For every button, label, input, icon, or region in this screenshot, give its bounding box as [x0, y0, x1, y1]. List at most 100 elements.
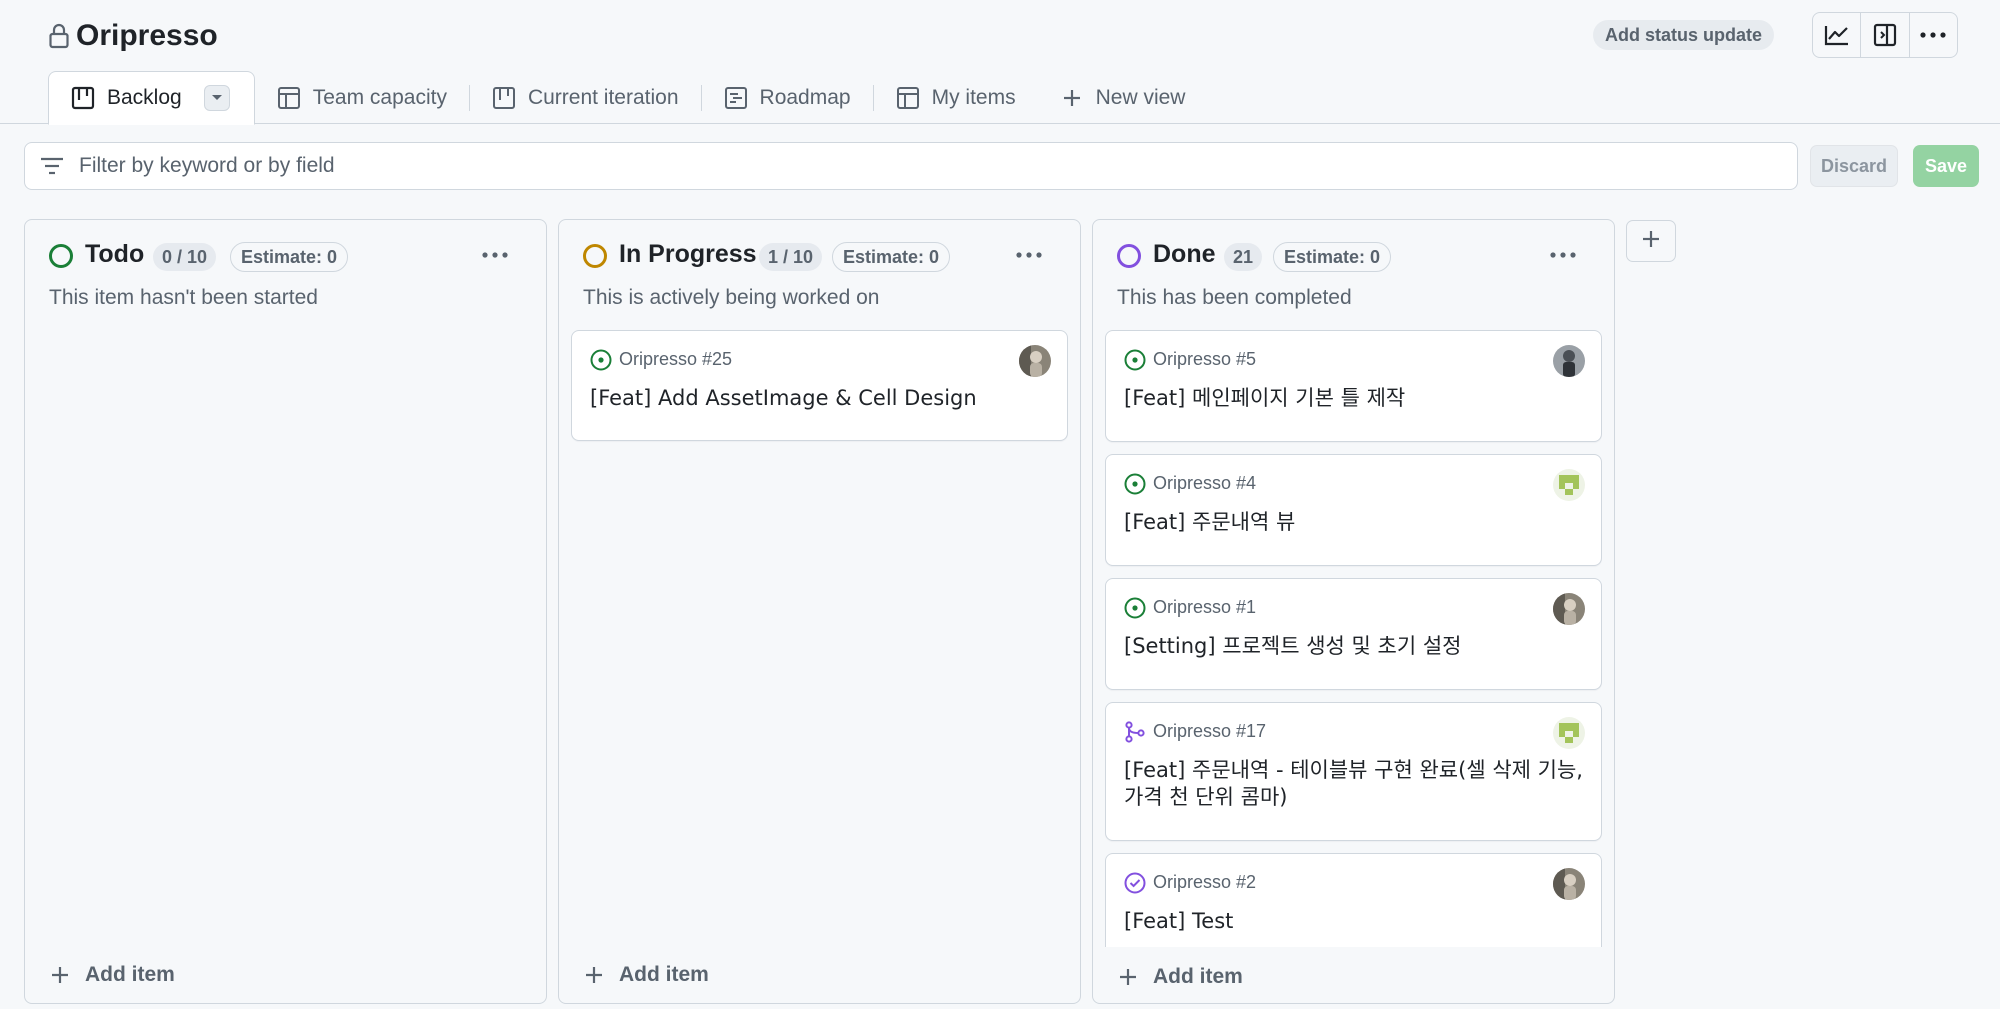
- issue-reference[interactable]: Oripresso #4: [1153, 473, 1256, 494]
- column-in-progress: In Progress 1 / 10 Estimate: 0 This is a…: [558, 219, 1081, 1004]
- card-list: [37, 330, 534, 947]
- issue-card[interactable]: Oripresso #25 [Feat] Add AssetImage & Ce…: [571, 330, 1068, 441]
- issue-card[interactable]: Oripresso #4 [Feat] 주문내역 뷰: [1105, 454, 1602, 566]
- issue-title[interactable]: [Feat] Test: [1124, 908, 1583, 935]
- tab-label: Backlog: [107, 86, 182, 109]
- plus-icon: [1060, 86, 1084, 110]
- identicon-avatar[interactable]: [1553, 717, 1585, 749]
- project-title-row: Oripresso: [48, 16, 218, 56]
- column-menu-icon[interactable]: [475, 240, 515, 270]
- issue-title[interactable]: [Feat] 주문내역 - 테이블뷰 구현 완료(셀 삭제 기능, 가격 천 단…: [1124, 757, 1583, 811]
- column-title: Todo: [85, 240, 145, 268]
- avatar[interactable]: [1019, 345, 1051, 377]
- view-tabs: Backlog Team capacity Current iteration …: [48, 71, 1207, 125]
- issue-reference[interactable]: Oripresso #5: [1153, 349, 1256, 370]
- pull-request-card[interactable]: Oripresso #17 [Feat] 주문내역 - 테이블뷰 구현 완료(셀…: [1105, 702, 1602, 841]
- open-issue-icon: [1124, 597, 1146, 619]
- issue-card[interactable]: Oripresso #5 [Feat] 메인페이지 기본 틀 제작: [1105, 330, 1602, 442]
- column-menu-icon[interactable]: [1009, 240, 1049, 270]
- filter-bar: [24, 142, 1798, 190]
- lock-icon: [48, 22, 70, 50]
- header-action-group: [1812, 12, 1958, 58]
- issue-title[interactable]: [Setting] 프로젝트 생성 및 초기 설정: [1124, 633, 1583, 660]
- closed-issue-icon: [1124, 872, 1146, 894]
- tab-label: Current iteration: [527, 86, 679, 109]
- column-title: In Progress: [619, 240, 757, 268]
- tab-current-iteration[interactable]: Current iteration: [470, 71, 701, 125]
- tab-team-capacity[interactable]: Team capacity: [255, 71, 469, 125]
- estimate-badge: Estimate: 0: [1273, 242, 1392, 272]
- discard-button[interactable]: Discard: [1810, 145, 1898, 187]
- tab-new-view[interactable]: New view: [1038, 71, 1208, 125]
- table-icon: [896, 86, 920, 110]
- issue-title[interactable]: [Feat] 메인페이지 기본 틀 제작: [1124, 385, 1583, 412]
- column-done: Done 21 Estimate: 0 This has been comple…: [1092, 219, 1615, 1004]
- add-status-update-button[interactable]: Add status update: [1593, 20, 1775, 50]
- filter-icon: [25, 142, 79, 190]
- card-list: Oripresso #25 [Feat] Add AssetImage & Ce…: [571, 330, 1068, 947]
- open-issue-icon: [1124, 473, 1146, 495]
- filter-input[interactable]: [79, 154, 1679, 178]
- kebab-menu-icon[interactable]: [1910, 13, 1957, 57]
- tab-label: Roadmap: [759, 86, 851, 109]
- board-icon: [71, 86, 95, 110]
- status-circle-icon: [49, 244, 73, 268]
- issue-title[interactable]: [Feat] Add AssetImage & Cell Design: [590, 385, 1049, 412]
- column-header: Done 21 Estimate: 0 This has been comple…: [1093, 220, 1614, 330]
- estimate-badge: Estimate: 0: [230, 242, 349, 272]
- status-circle-icon: [1117, 244, 1141, 268]
- status-circle-icon: [583, 244, 607, 268]
- add-item-button[interactable]: Add item: [1117, 962, 1243, 992]
- column-description: This is actively being worked on: [583, 286, 880, 309]
- issue-reference[interactable]: Oripresso #25: [619, 349, 732, 370]
- roadmap-icon: [724, 86, 748, 110]
- item-count-badge: 21: [1224, 243, 1263, 271]
- board-icon: [492, 86, 516, 110]
- add-item-button[interactable]: Add item: [49, 960, 175, 990]
- save-button[interactable]: Save: [1913, 145, 1979, 187]
- project-header: Oripresso Add status update Backlog Team…: [0, 0, 2000, 125]
- issue-card[interactable]: Oripresso #2 [Feat] Test: [1105, 853, 1602, 947]
- insights-graph-icon[interactable]: [1813, 13, 1862, 57]
- tab-my-items[interactable]: My items: [874, 71, 1038, 125]
- avatar[interactable]: [1553, 345, 1585, 377]
- plus-icon: [583, 964, 605, 986]
- avatar[interactable]: [1553, 868, 1585, 900]
- issue-title[interactable]: [Feat] 주문내역 뷰: [1124, 509, 1583, 536]
- issue-reference[interactable]: Oripresso #1: [1153, 597, 1256, 618]
- plus-icon: [49, 964, 71, 986]
- column-header: Todo 0 / 10 Estimate: 0 This item hasn't…: [25, 220, 546, 330]
- estimate-badge: Estimate: 0: [832, 242, 951, 272]
- column-header: In Progress 1 / 10 Estimate: 0 This is a…: [559, 220, 1080, 330]
- tab-label: My items: [931, 86, 1016, 109]
- chevron-down-icon[interactable]: [203, 85, 230, 111]
- issue-reference[interactable]: Oripresso #17: [1153, 721, 1266, 742]
- add-item-button[interactable]: Add item: [583, 960, 709, 990]
- open-issue-icon: [1124, 349, 1146, 371]
- plus-icon: [1641, 229, 1661, 254]
- tab-label: Team capacity: [312, 86, 447, 109]
- avatar[interactable]: [1553, 593, 1585, 625]
- add-item-label: Add item: [85, 963, 175, 986]
- column-menu-icon[interactable]: [1543, 240, 1583, 270]
- card-list: Oripresso #5 [Feat] 메인페이지 기본 틀 제작 Oripre…: [1105, 330, 1602, 947]
- table-icon: [277, 86, 301, 110]
- sidebar-panel-icon[interactable]: [1861, 13, 1910, 57]
- add-item-label: Add item: [619, 963, 709, 986]
- plus-icon: [1117, 966, 1139, 988]
- tab-label: New view: [1095, 86, 1186, 109]
- add-column-button[interactable]: [1626, 220, 1676, 262]
- column-title: Done: [1153, 240, 1216, 268]
- item-count-badge: 0 / 10: [153, 243, 217, 271]
- tab-roadmap[interactable]: Roadmap: [702, 71, 873, 125]
- tab-backlog[interactable]: Backlog: [48, 71, 255, 125]
- column-todo: Todo 0 / 10 Estimate: 0 This item hasn't…: [24, 219, 547, 1004]
- column-description: This item hasn't been started: [49, 286, 318, 309]
- issue-card[interactable]: Oripresso #1 [Setting] 프로젝트 생성 및 초기 설정: [1105, 578, 1602, 690]
- merged-pr-icon: [1124, 721, 1146, 743]
- item-count-badge: 1 / 10: [759, 243, 823, 271]
- issue-reference[interactable]: Oripresso #2: [1153, 872, 1256, 893]
- identicon-avatar[interactable]: [1553, 469, 1585, 501]
- column-description: This has been completed: [1117, 286, 1352, 309]
- project-title[interactable]: Oripresso: [76, 19, 218, 53]
